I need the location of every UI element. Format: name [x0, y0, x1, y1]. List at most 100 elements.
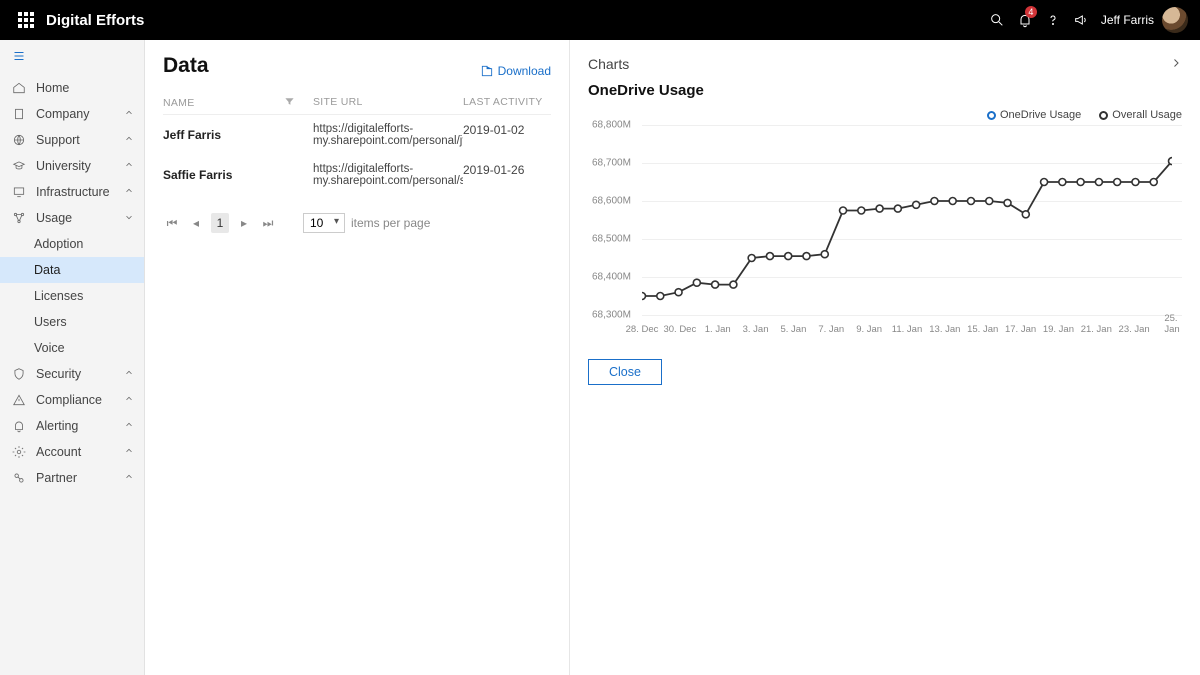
- data-point[interactable]: [840, 207, 847, 214]
- col-name[interactable]: NAME: [163, 97, 195, 109]
- data-point[interactable]: [931, 198, 938, 205]
- sidebar-item-infrastructure[interactable]: Infrastructure: [0, 179, 144, 205]
- legend-onedrive[interactable]: OneDrive Usage: [987, 109, 1081, 121]
- page-size-select[interactable]: 10: [303, 213, 345, 233]
- sidebar-item-compliance[interactable]: Compliance: [0, 387, 144, 413]
- search-icon[interactable]: [983, 0, 1011, 40]
- page-number[interactable]: 1: [211, 213, 229, 233]
- home-icon: [10, 81, 28, 95]
- page-last-icon[interactable]: ⏭: [259, 213, 277, 233]
- data-point[interactable]: [1041, 179, 1048, 186]
- page-next-icon[interactable]: ▸: [235, 213, 253, 233]
- sidebar-item-account[interactable]: Account: [0, 439, 144, 465]
- announce-icon[interactable]: [1067, 0, 1095, 40]
- data-point[interactable]: [766, 253, 773, 260]
- x-tick: 5. Jan: [780, 324, 806, 335]
- data-point[interactable]: [1132, 179, 1139, 186]
- data-point[interactable]: [986, 198, 993, 205]
- panel-collapse-icon[interactable]: [1170, 56, 1182, 72]
- sidebar-toggle-icon[interactable]: [0, 40, 144, 75]
- data-point[interactable]: [949, 198, 956, 205]
- warn-icon: [10, 393, 28, 407]
- data-point[interactable]: [785, 253, 792, 260]
- sidebar-sub-users[interactable]: Users: [0, 309, 144, 335]
- sidebar-item-support[interactable]: Support: [0, 127, 144, 153]
- data-point[interactable]: [712, 281, 719, 288]
- data-point[interactable]: [876, 205, 883, 212]
- data-point[interactable]: [803, 253, 810, 260]
- table-row[interactable]: Saffie Farrishttps://digitalefforts-my.s…: [163, 155, 551, 195]
- app-launcher-icon[interactable]: [12, 0, 40, 40]
- chevron-up-icon: [124, 419, 134, 433]
- data-point[interactable]: [894, 205, 901, 212]
- chevron-up-icon: [124, 107, 134, 121]
- table-header: NAME SITE URL LAST ACTIVITY: [163, 92, 551, 115]
- chevron-up-icon: [124, 159, 134, 173]
- row-url: https://digitalefforts-my.sharepoint.com…: [313, 163, 463, 187]
- notifications-icon[interactable]: 4: [1011, 0, 1039, 40]
- data-point[interactable]: [1169, 158, 1173, 165]
- sidebar-item-security[interactable]: Security: [0, 361, 144, 387]
- sidebar-item-partner[interactable]: Partner: [0, 465, 144, 491]
- sidebar-item-company[interactable]: Company: [0, 101, 144, 127]
- globe-icon: [10, 133, 28, 147]
- download-button[interactable]: Download: [480, 64, 551, 78]
- data-point[interactable]: [821, 251, 828, 258]
- pager: ⏮ ◂ 1 ▸ ⏭ 10 items per page: [163, 213, 551, 233]
- sidebar-item-university[interactable]: University: [0, 153, 144, 179]
- user-name[interactable]: Jeff Farris: [1101, 13, 1154, 27]
- page-prev-icon[interactable]: ◂: [187, 213, 205, 233]
- sidebar-item-alerting[interactable]: Alerting: [0, 413, 144, 439]
- x-tick: 21. Jan: [1081, 324, 1112, 335]
- help-icon[interactable]: [1039, 0, 1067, 40]
- topbar: Digital Efforts 4 Jeff Farris: [0, 0, 1200, 40]
- data-point[interactable]: [693, 279, 700, 286]
- sidebar-sub-data[interactable]: Data: [0, 257, 144, 283]
- sidebar-item-label: Infrastructure: [36, 185, 110, 199]
- data-point[interactable]: [858, 207, 865, 214]
- data-point[interactable]: [642, 293, 646, 300]
- filter-icon[interactable]: [284, 96, 295, 110]
- row-url: https://digitalefforts-my.sharepoint.com…: [313, 123, 463, 147]
- row-name: Jeff Farris: [163, 123, 313, 147]
- sidebar-item-label: Compliance: [36, 393, 102, 407]
- chart-legend: OneDrive Usage Overall Usage: [588, 109, 1182, 121]
- page-first-icon[interactable]: ⏮: [163, 213, 181, 233]
- sidebar-sub-licenses[interactable]: Licenses: [0, 283, 144, 309]
- data-point[interactable]: [1004, 199, 1011, 206]
- sidebar-sub-voice[interactable]: Voice: [0, 335, 144, 361]
- data-point[interactable]: [675, 289, 682, 296]
- legend-overall[interactable]: Overall Usage: [1099, 109, 1182, 121]
- chevron-up-icon: [124, 471, 134, 485]
- chart-title: OneDrive Usage: [588, 82, 1182, 99]
- sidebar-sub-adoption[interactable]: Adoption: [0, 231, 144, 257]
- data-list-panel: Data Download NAME SITE URL LAST ACTIVIT…: [145, 40, 570, 675]
- sidebar-item-label: Usage: [36, 211, 72, 225]
- data-point[interactable]: [1022, 211, 1029, 218]
- data-point[interactable]: [657, 293, 664, 300]
- data-point[interactable]: [748, 255, 755, 262]
- close-button[interactable]: Close: [588, 359, 662, 385]
- avatar[interactable]: [1162, 7, 1188, 33]
- data-point[interactable]: [1077, 179, 1084, 186]
- col-activity[interactable]: LAST ACTIVITY: [463, 96, 543, 108]
- x-tick: 19. Jan: [1043, 324, 1074, 335]
- building-icon: [10, 107, 28, 121]
- col-url[interactable]: SITE URL: [313, 96, 363, 108]
- sidebar-item-home[interactable]: Home: [0, 75, 144, 101]
- legend-dot-icon: [987, 111, 996, 120]
- data-point[interactable]: [1095, 179, 1102, 186]
- data-point[interactable]: [730, 281, 737, 288]
- data-point[interactable]: [1150, 179, 1157, 186]
- chart-panel: Charts OneDrive Usage OneDrive Usage Ove…: [570, 40, 1200, 675]
- brand-title: Digital Efforts: [46, 12, 144, 29]
- chevron-up-icon: [124, 133, 134, 147]
- data-point[interactable]: [1059, 179, 1066, 186]
- sidebar-item-usage[interactable]: Usage: [0, 205, 144, 231]
- table-row[interactable]: Jeff Farrishttps://digitalefforts-my.sha…: [163, 115, 551, 155]
- data-point[interactable]: [1114, 179, 1121, 186]
- sidebar: HomeCompanySupportUniversity Infrastructu…: [0, 40, 145, 675]
- data-point[interactable]: [967, 198, 974, 205]
- sidebar-item-label: Security: [36, 367, 81, 381]
- data-point[interactable]: [913, 201, 920, 208]
